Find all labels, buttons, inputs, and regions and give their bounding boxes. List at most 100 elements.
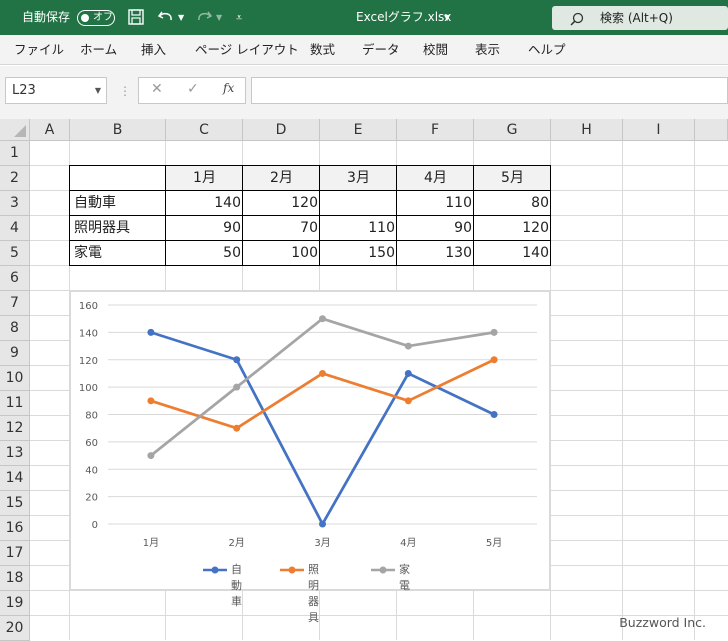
- data-point: [147, 452, 155, 460]
- table-header-cell[interactable]: 2月: [243, 166, 320, 191]
- table-border: [69, 165, 551, 166]
- table-cell[interactable]: 150: [320, 241, 397, 266]
- tab-home[interactable]: ホーム: [80, 35, 117, 65]
- column-header[interactable]: B: [70, 119, 166, 141]
- cancel-icon[interactable]: ✕: [151, 81, 163, 97]
- table-header-cell[interactable]: 1月: [166, 166, 243, 191]
- table-header-cell[interactable]: 5月: [474, 166, 551, 191]
- autosave-toggle[interactable]: オフ: [77, 10, 115, 26]
- data-point: [404, 342, 412, 350]
- row-header[interactable]: 6: [0, 266, 30, 291]
- table-cell[interactable]: 50: [166, 241, 243, 266]
- table-header-cell[interactable]: 3月: [320, 166, 397, 191]
- table-border: [319, 165, 320, 266]
- search-box[interactable]: 検索 (Alt+Q): [552, 6, 728, 30]
- row-header[interactable]: 1: [0, 141, 30, 166]
- tab-file[interactable]: ファイル: [14, 35, 64, 65]
- y-tick-label: 60: [85, 438, 98, 449]
- column-header[interactable]: A: [30, 119, 70, 141]
- table-cell[interactable]: [320, 191, 397, 216]
- x-tick-label: 5月: [486, 537, 502, 549]
- table-row-label[interactable]: 自動車: [70, 191, 166, 216]
- table-cell[interactable]: 90: [397, 216, 474, 241]
- line-chart[interactable]: 0 20 40 60 80 100 120 140 160 1月 2月 3月 4月 5月 自動車 照明器具…: [70, 291, 550, 624]
- table-cell[interactable]: 140: [166, 191, 243, 216]
- undo-icon[interactable]: [157, 0, 175, 35]
- table-cell[interactable]: 110: [320, 216, 397, 241]
- tab-review[interactable]: 校閲: [423, 35, 448, 65]
- redo-icon[interactable]: [195, 0, 213, 35]
- tab-page-layout[interactable]: ページ レイアウト: [195, 35, 299, 65]
- formula-bar-grip-icon[interactable]: ⋮: [119, 84, 131, 98]
- insert-function-icon[interactable]: fx: [223, 81, 234, 95]
- undo-dropdown-icon[interactable]: ▼: [178, 0, 184, 35]
- table-cell[interactable]: 80: [474, 191, 551, 216]
- file-name[interactable]: Excelグラフ.xlsx: [356, 0, 451, 35]
- column-header[interactable]: I: [623, 119, 695, 141]
- row-header[interactable]: 14: [0, 466, 30, 491]
- tab-view[interactable]: 表示: [475, 35, 500, 65]
- row-header[interactable]: 7: [0, 291, 30, 316]
- enter-icon[interactable]: ✓: [187, 81, 199, 97]
- tab-help[interactable]: ヘルプ: [528, 35, 566, 65]
- table-cell[interactable]: 70: [243, 216, 320, 241]
- legend-swatch: [203, 566, 227, 574]
- select-all-button[interactable]: [0, 119, 30, 141]
- tab-formulas[interactable]: 数式: [310, 35, 335, 65]
- save-icon[interactable]: [127, 0, 145, 35]
- row-header[interactable]: 19: [0, 591, 30, 616]
- table-cell[interactable]: 140: [474, 241, 551, 266]
- column-header[interactable]: C: [166, 119, 243, 141]
- row-header[interactable]: 9: [0, 341, 30, 366]
- column-header[interactable]: G: [474, 119, 551, 141]
- column-header[interactable]: [695, 119, 728, 141]
- name-box[interactable]: L23 ▼: [5, 77, 107, 104]
- row-header[interactable]: 11: [0, 391, 30, 416]
- tab-data[interactable]: データ: [362, 35, 400, 65]
- row-header[interactable]: 20: [0, 616, 30, 641]
- customize-toolbar-icon[interactable]: ⩡: [236, 0, 242, 35]
- data-point: [147, 328, 155, 336]
- table-border: [396, 165, 397, 266]
- data-point: [233, 424, 241, 432]
- ribbon-tabs: ファイル ホーム 挿入 ページ レイアウト 数式 データ 校閲 表示 ヘルプ: [0, 35, 728, 65]
- formula-input[interactable]: [251, 77, 728, 104]
- row-header[interactable]: 18: [0, 566, 30, 591]
- table-header-cell[interactable]: 4月: [397, 166, 474, 191]
- row-header[interactable]: 2: [0, 166, 30, 191]
- row-header[interactable]: 15: [0, 491, 30, 516]
- column-header[interactable]: F: [397, 119, 474, 141]
- table-corner-cell[interactable]: [70, 166, 166, 191]
- row-header[interactable]: 4: [0, 216, 30, 241]
- row-header[interactable]: 8: [0, 316, 30, 341]
- table-cell[interactable]: 120: [474, 216, 551, 241]
- table-cell[interactable]: 120: [243, 191, 320, 216]
- row-header[interactable]: 5: [0, 241, 30, 266]
- row-header[interactable]: 3: [0, 191, 30, 216]
- column-header[interactable]: H: [551, 119, 623, 141]
- tab-insert[interactable]: 挿入: [141, 35, 166, 65]
- worksheet-grid[interactable]: A B C D E F G H I 1 2 3 4 5 6 7 8 9 10 1…: [0, 119, 728, 641]
- chart-plot: 0 20 40 60 80 100 120 140 160 1月 2月 3月 4月 5月: [79, 301, 537, 549]
- x-tick-label: 1月: [143, 537, 159, 549]
- table-cell[interactable]: 130: [397, 241, 474, 266]
- table-cell[interactable]: 90: [166, 216, 243, 241]
- table-row-label[interactable]: 家電: [70, 241, 166, 266]
- row-header[interactable]: 16: [0, 516, 30, 541]
- row-header[interactable]: 10: [0, 366, 30, 391]
- column-header[interactable]: D: [243, 119, 320, 141]
- table-border: [473, 165, 474, 266]
- column-header[interactable]: E: [320, 119, 397, 141]
- x-tick-label: 2月: [229, 537, 245, 549]
- row-header[interactable]: 17: [0, 541, 30, 566]
- table-cell[interactable]: 100: [243, 241, 320, 266]
- row-header[interactable]: 13: [0, 441, 30, 466]
- redo-dropdown-icon[interactable]: ▼: [216, 0, 222, 35]
- file-name-dropdown-icon[interactable]: ▼: [444, 0, 450, 35]
- toggle-knob-icon: [81, 14, 89, 22]
- select-all-triangle-icon: [14, 125, 26, 137]
- table-row-label[interactable]: 照明器具: [70, 216, 166, 241]
- row-header[interactable]: 12: [0, 416, 30, 441]
- table-cell[interactable]: 110: [397, 191, 474, 216]
- name-box-dropdown-icon[interactable]: ▼: [95, 78, 101, 103]
